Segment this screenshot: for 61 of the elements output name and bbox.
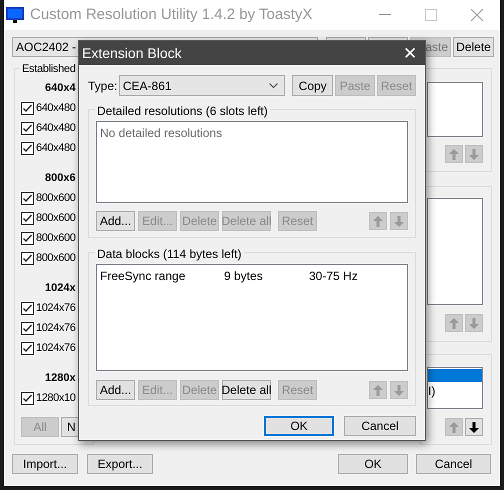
button[interactable]: Export... <box>87 454 153 474</box>
button[interactable]: Copy <box>292 75 334 96</box>
list-cell-text: FreeSync range <box>100 268 186 285</box>
button[interactable]: OK <box>264 416 334 436</box>
chevron-icon <box>269 82 278 88</box>
section-heading: 800x6 <box>45 170 76 186</box>
down-arrow-icon <box>394 384 404 396</box>
button[interactable]: Delete <box>453 37 494 57</box>
list-row[interactable]: I) <box>428 382 436 400</box>
checkbox-label: 800x600 <box>36 250 76 266</box>
checkbox[interactable] <box>21 102 34 114</box>
monitor-icon <box>6 7 24 23</box>
up-arrow-icon <box>373 216 383 226</box>
up-arrow-icon <box>373 384 383 396</box>
checkbox[interactable] <box>21 232 34 244</box>
checkbox-label: 1024x76 <box>36 320 76 336</box>
checkbox-label: 1280x10 <box>36 390 76 406</box>
checkbox-label: 640x480 <box>36 120 76 136</box>
button[interactable]: Add... <box>96 211 135 231</box>
down-arrow-icon <box>469 318 479 328</box>
checkbox-label: 640x480 <box>36 140 76 156</box>
checkbox[interactable] <box>21 302 34 314</box>
section-heading: 1280x <box>45 370 76 386</box>
window-title: Custom Resolution Utility 1.4.2 by ToastyX <box>30 4 312 25</box>
up-arrow-icon <box>449 318 459 328</box>
empty-list-text: No detailed resolutions <box>100 125 224 142</box>
section-heading: 1024x <box>45 280 76 296</box>
move-down-button[interactable] <box>465 418 483 436</box>
list-cell-text: 30-75 Hz <box>309 268 358 285</box>
list-cell-text: 9 bytes <box>224 268 264 285</box>
checkbox[interactable] <box>21 252 34 264</box>
checkbox[interactable] <box>21 392 34 404</box>
button[interactable]: Import... <box>12 454 78 474</box>
list-box <box>427 82 483 137</box>
checkbox-label: 640x480 <box>36 100 76 116</box>
checkbox-label: 800x600 <box>36 230 76 246</box>
checkbox[interactable] <box>21 342 34 354</box>
checkbox[interactable] <box>21 212 34 224</box>
checkbox-label: 800x600 <box>36 210 76 226</box>
checkbox[interactable] <box>21 322 34 334</box>
down-arrow-icon <box>469 148 479 160</box>
button[interactable]: Delete all <box>222 380 271 400</box>
checkbox[interactable] <box>21 122 34 134</box>
type-select[interactable]: CEA-861 <box>118 75 286 96</box>
checkbox-label: 800x600 <box>36 190 76 206</box>
up-arrow-icon <box>449 148 459 160</box>
up-arrow-icon <box>449 422 459 432</box>
button[interactable]: Cancel <box>344 416 416 436</box>
down-arrow-icon <box>469 422 479 432</box>
button[interactable]: Add... <box>96 380 135 400</box>
field-label: Type: <box>88 78 118 94</box>
checkbox-label: 1024x76 <box>36 340 76 356</box>
button[interactable]: Cancel <box>416 454 491 474</box>
checkbox[interactable] <box>21 142 34 154</box>
down-arrow-icon <box>394 216 404 226</box>
checkbox-label: 1024x76 <box>36 300 76 316</box>
button[interactable]: OK <box>338 454 408 474</box>
list-row[interactable] <box>428 369 482 382</box>
dialog-title: Extension Block <box>82 44 182 62</box>
section-heading: 640x4 <box>45 80 76 96</box>
checkbox[interactable] <box>21 192 34 204</box>
